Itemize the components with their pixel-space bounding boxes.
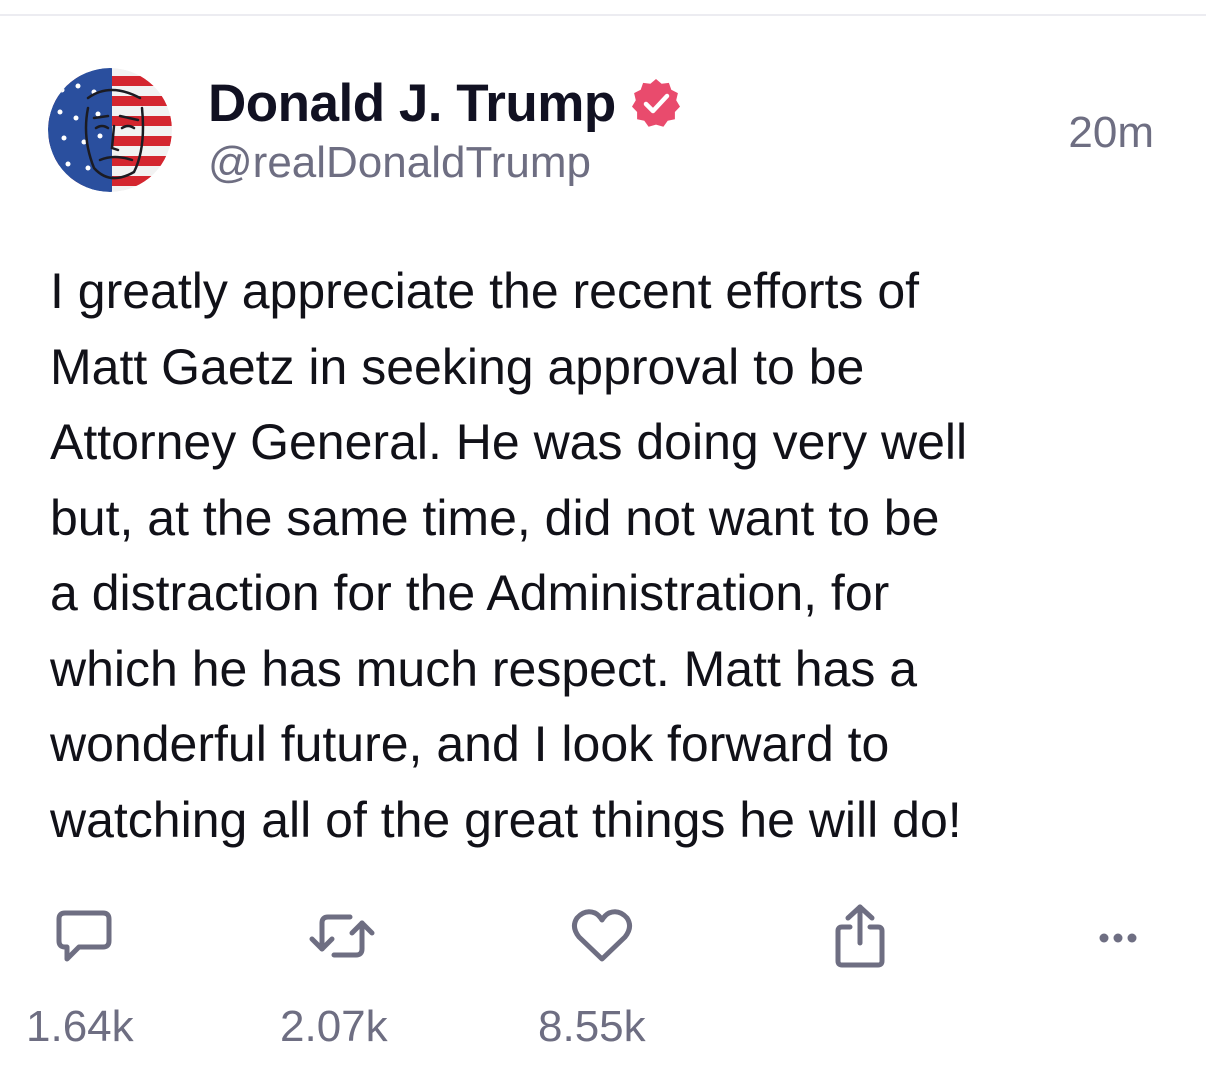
like-count: 8.55k xyxy=(538,1002,646,1051)
more-button[interactable] xyxy=(1082,902,1154,974)
repost-count: 2.07k xyxy=(280,1002,388,1051)
author-handle[interactable]: @realDonaldTrump xyxy=(208,138,591,188)
post-body-text: I greatly appreciate the recent efforts … xyxy=(50,263,968,848)
share-button[interactable] xyxy=(824,900,896,972)
avatar-image xyxy=(48,68,172,192)
reply-button[interactable] xyxy=(48,900,120,972)
more-icon xyxy=(1099,933,1137,943)
reply-count: 1.64k xyxy=(26,1002,134,1051)
repost-button[interactable] xyxy=(306,900,378,972)
like-button[interactable] xyxy=(566,900,638,972)
author-row: Donald J. Trump xyxy=(208,70,682,136)
repost-icon xyxy=(309,914,375,958)
share-icon xyxy=(835,904,885,968)
post-timestamp[interactable]: 20m xyxy=(1068,108,1154,158)
comment-icon xyxy=(56,910,112,962)
author-display-name[interactable]: Donald J. Trump xyxy=(208,73,616,134)
heart-icon xyxy=(571,909,633,962)
verified-badge-icon xyxy=(631,79,680,127)
avatar[interactable] xyxy=(48,68,172,192)
top-divider xyxy=(0,14,1206,16)
